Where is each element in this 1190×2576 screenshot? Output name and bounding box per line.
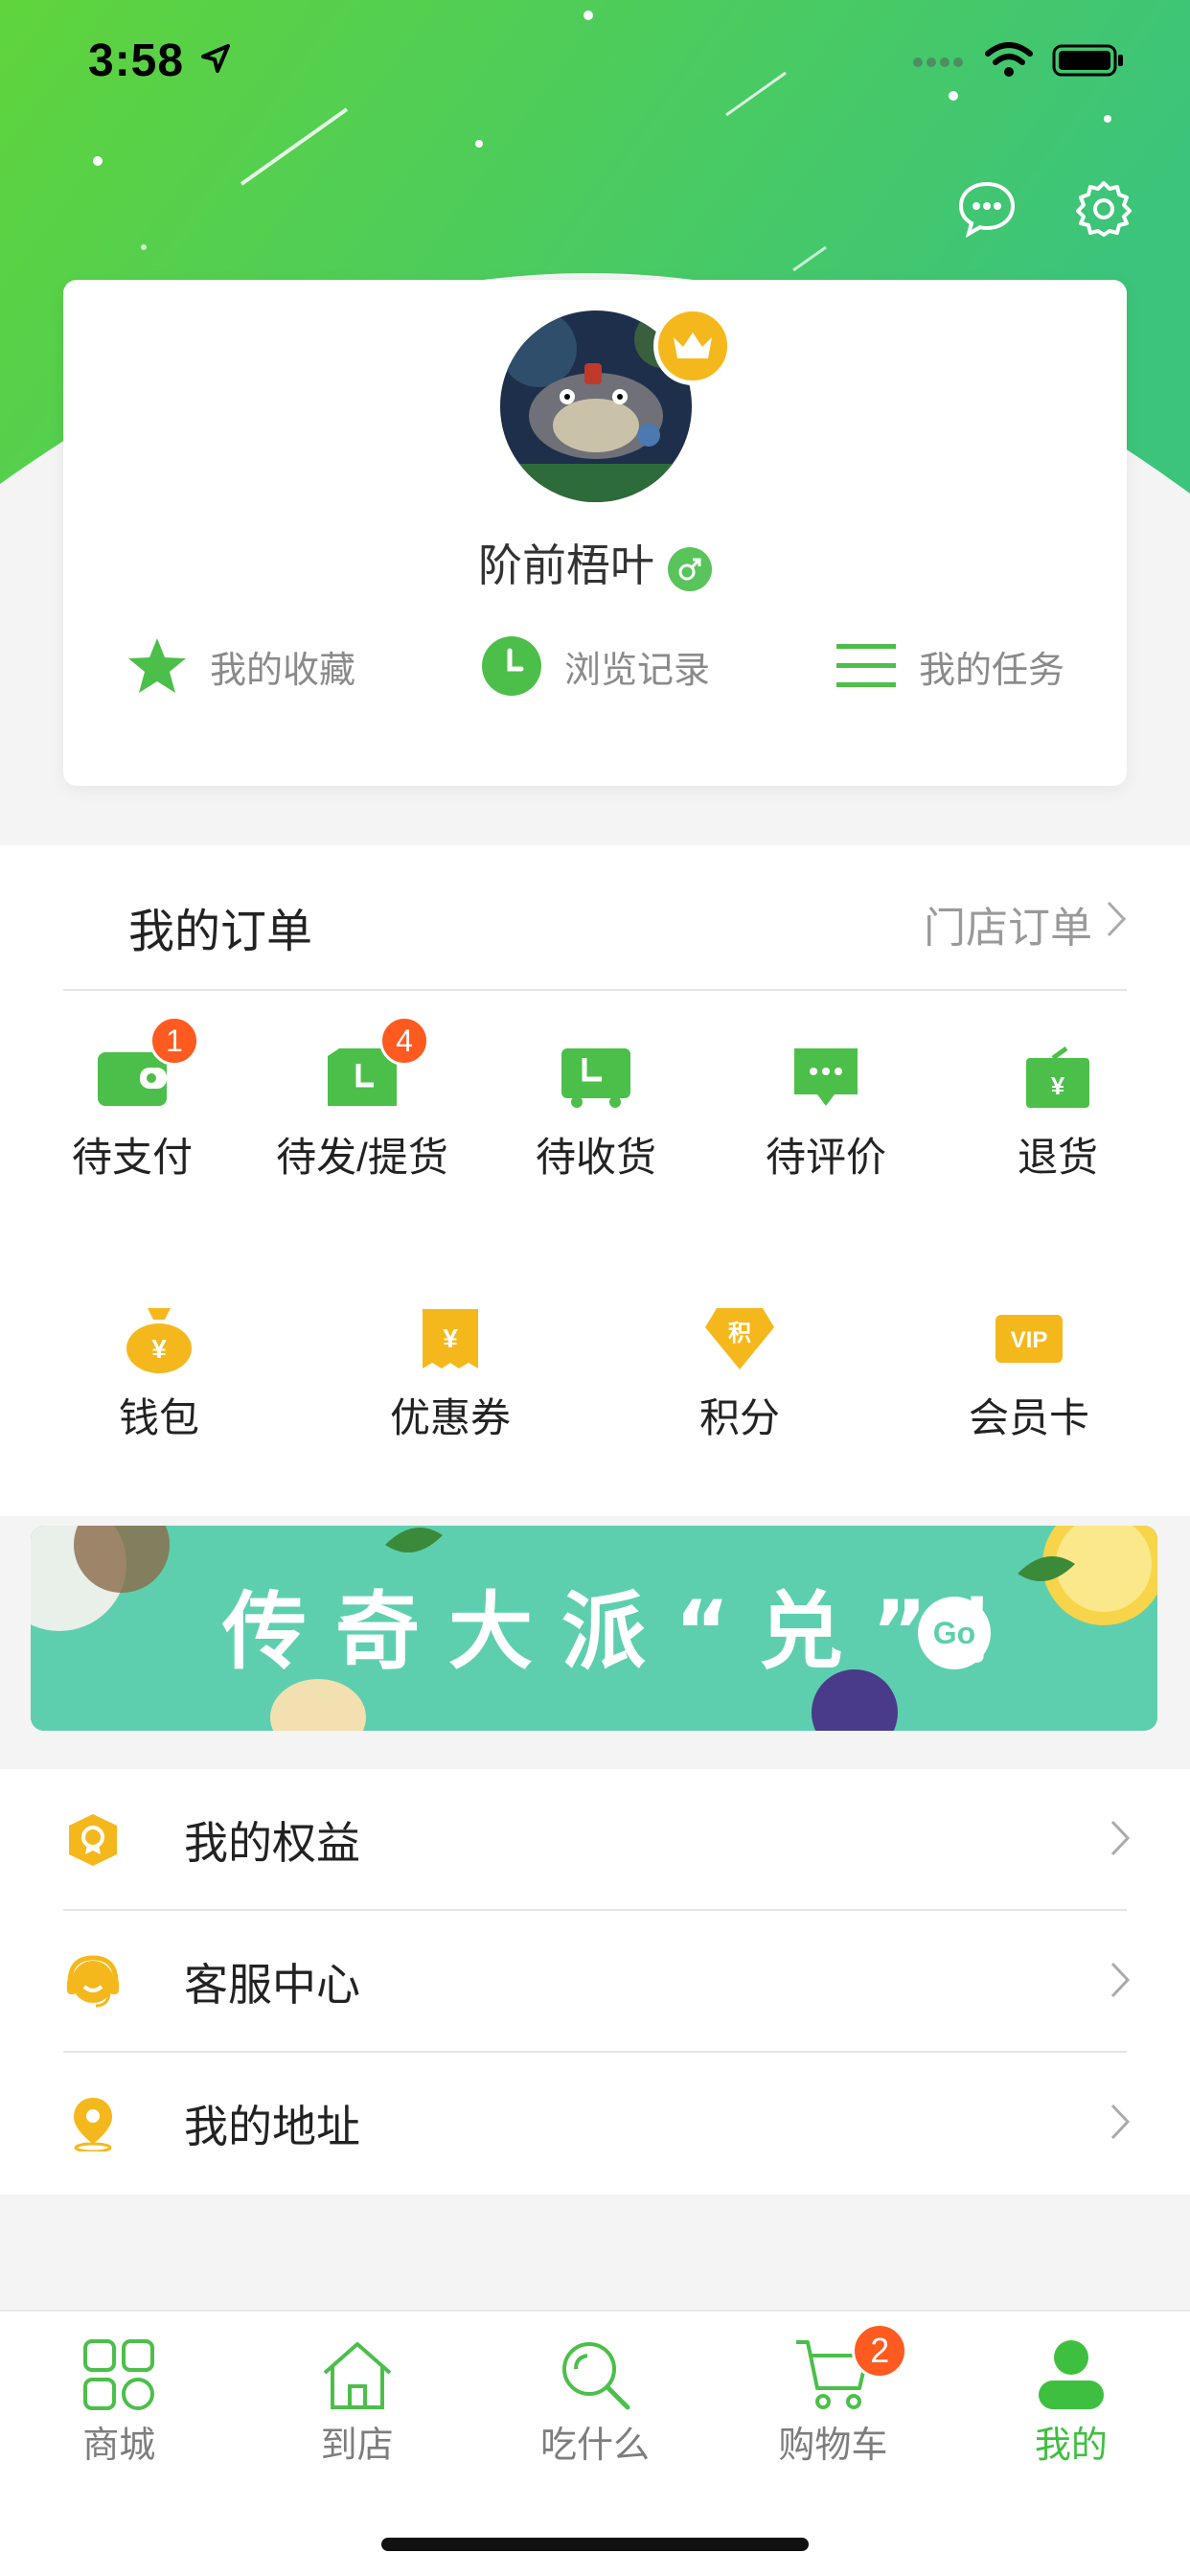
tab-cart[interactable]: 购物车 2 xyxy=(714,2312,951,2484)
user-name: 阶前梧叶 xyxy=(478,540,654,590)
location-arrow-icon xyxy=(201,44,230,78)
svg-text:¥: ¥ xyxy=(151,1334,167,1364)
order-status-label: 待支付 xyxy=(71,1135,193,1180)
wallet-icon: 1 xyxy=(96,1016,199,1112)
asset-membership-card[interactable]: VIP 会员卡 xyxy=(962,1305,1096,1444)
menu-item-customer-service[interactable]: 客服中心 xyxy=(0,1911,1190,2053)
status-right xyxy=(912,42,1125,83)
order-badge: 4 xyxy=(379,1016,429,1066)
account-menu: 我的权益 客服中心 我的地址 xyxy=(0,1769,1190,2195)
location-pin-icon xyxy=(65,2096,121,2151)
money-bag-icon: ¥ xyxy=(123,1305,195,1373)
order-status-pending-shipping[interactable]: 4 待发/提货 xyxy=(266,1016,458,1184)
order-status-label: 待发/提货 xyxy=(276,1135,448,1180)
tab-store[interactable]: 到店 xyxy=(238,2312,475,2484)
order-status-label: 退货 xyxy=(1017,1135,1098,1180)
quick-links: 我的收藏 浏览记录 我的任务 xyxy=(63,634,1127,698)
order-badge: 1 xyxy=(149,1016,199,1066)
diamond-points-icon: 积 xyxy=(703,1305,776,1372)
orders-title: 我的订单 xyxy=(128,907,313,957)
menu-item-benefits[interactable]: 我的权益 xyxy=(0,1769,1190,1911)
order-status-label: 待收货 xyxy=(535,1135,656,1180)
asset-wallet[interactable]: ¥ 钱包 xyxy=(102,1305,217,1444)
status-bar: 3:58 xyxy=(0,0,1190,115)
battery-icon xyxy=(1052,43,1125,82)
tasks-label: 我的任务 xyxy=(918,650,1064,691)
svg-text:VIP: VIP xyxy=(1011,1327,1048,1353)
clock-icon xyxy=(480,634,543,698)
signal-icon xyxy=(912,51,966,75)
menu-item-label: 我的权益 xyxy=(184,1818,360,1868)
pickup-box-icon: 4 xyxy=(326,1016,429,1112)
chevron-right-icon xyxy=(1106,900,1127,949)
tab-label: 商城 xyxy=(82,2426,156,2466)
banner-go-button[interactable]: Go xyxy=(918,1597,991,1669)
order-status-pending-receipt[interactable]: 待收货 xyxy=(529,1045,663,1184)
tab-label: 我的 xyxy=(1034,2426,1108,2466)
menu-item-address[interactable]: 我的地址 xyxy=(0,2053,1190,2195)
store-orders-link[interactable]: 门店订单 xyxy=(924,893,1127,954)
header-actions xyxy=(956,178,1134,240)
svg-text:积: 积 xyxy=(728,1320,751,1346)
history-link[interactable]: 浏览记录 xyxy=(480,634,710,698)
user-name-row: 阶前梧叶 xyxy=(63,531,1127,594)
settings-gear-icon[interactable] xyxy=(1073,178,1134,240)
orders-section: 我的订单 门店订单 1 待支付 4 待发/提货 待收货 待评价 ¥ 退货 ¥ 钱… xyxy=(0,845,1190,1516)
coupon-icon: ¥ xyxy=(414,1305,487,1372)
search-icon xyxy=(557,2336,633,2413)
order-status-pending-payment[interactable]: 1 待支付 xyxy=(65,1016,199,1184)
order-status-pending-review[interactable]: 待评价 xyxy=(759,1045,893,1184)
award-icon xyxy=(65,1812,121,1868)
tab-label: 吃什么 xyxy=(540,2426,651,2466)
list-icon xyxy=(835,634,898,698)
person-icon xyxy=(1033,2336,1110,2413)
orders-header: 我的订单 门店订单 xyxy=(63,845,1127,991)
status-time: 3:58 xyxy=(88,35,185,86)
home-icon xyxy=(319,2336,396,2413)
asset-label: 积分 xyxy=(698,1395,780,1440)
tab-me[interactable]: 我的 xyxy=(952,2312,1190,2484)
cart-badge: 2 xyxy=(852,2323,908,2379)
message-icon[interactable] xyxy=(956,178,1018,240)
chevron-right-icon xyxy=(1110,1961,1131,2004)
asset-coupon[interactable]: ¥ 优惠券 xyxy=(383,1305,517,1444)
store-orders-label: 门店订单 xyxy=(924,905,1092,952)
svg-text:¥: ¥ xyxy=(443,1323,458,1353)
tab-label: 购物车 xyxy=(778,2426,888,2466)
chevron-right-icon xyxy=(1110,1819,1131,1862)
history-label: 浏览记录 xyxy=(563,650,710,691)
menu-item-label: 我的地址 xyxy=(184,2102,360,2151)
return-icon: ¥ xyxy=(1021,1045,1094,1112)
tab-mall[interactable]: 商城 xyxy=(0,2312,238,2484)
grid-icon xyxy=(80,2336,157,2413)
svg-text:¥: ¥ xyxy=(1051,1071,1065,1100)
order-status-return[interactable]: ¥ 退货 xyxy=(991,1045,1125,1184)
menu-item-label: 客服中心 xyxy=(184,1960,360,2010)
favorites-link[interactable]: 我的收藏 xyxy=(126,634,355,698)
comment-icon xyxy=(790,1045,862,1112)
promo-banner[interactable]: 传奇大派“兑”！ Go xyxy=(31,1526,1157,1731)
vip-card-icon: VIP xyxy=(993,1305,1065,1372)
vip-crown-icon xyxy=(653,307,732,385)
headset-icon xyxy=(65,1954,121,2010)
tab-label: 到店 xyxy=(320,2426,394,2466)
male-gender-icon xyxy=(668,546,712,591)
profile-card: 阶前梧叶 我的收藏 浏览记录 我的任务 xyxy=(63,280,1127,786)
tasks-link[interactable]: 我的任务 xyxy=(835,634,1064,698)
wifi-icon xyxy=(985,42,1033,83)
order-status-label: 待评价 xyxy=(765,1135,886,1180)
favorites-label: 我的收藏 xyxy=(209,650,355,691)
tab-what-to-eat[interactable]: 吃什么 xyxy=(476,2312,714,2484)
delivery-truck-icon xyxy=(560,1045,632,1112)
bottom-tab-bar: 商城 到店 吃什么 购物车 2 我的 xyxy=(0,2310,1190,2576)
chevron-right-icon xyxy=(1110,2103,1131,2146)
home-indicator xyxy=(381,2538,809,2551)
asset-label: 优惠券 xyxy=(389,1395,511,1440)
asset-label: 会员卡 xyxy=(968,1395,1089,1440)
star-icon xyxy=(126,634,189,698)
asset-points[interactable]: 积 积分 xyxy=(682,1305,797,1444)
asset-label: 钱包 xyxy=(118,1395,199,1440)
